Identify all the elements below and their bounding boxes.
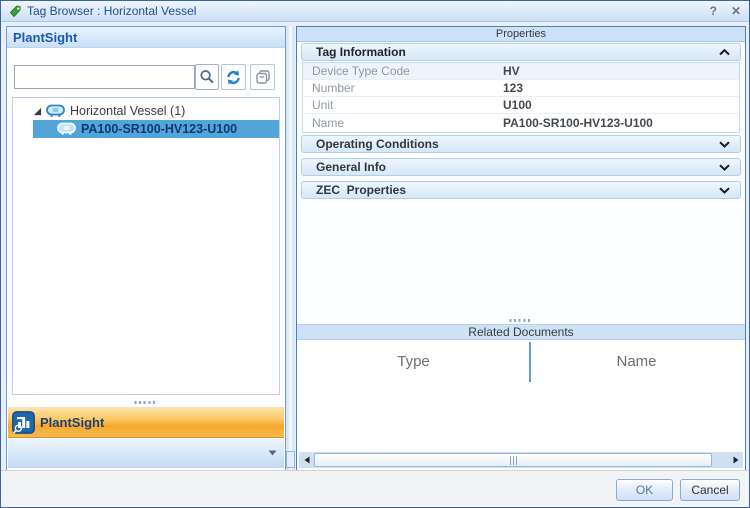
column-header-name[interactable]: Name <box>529 340 744 451</box>
batch-windows-button[interactable] <box>250 64 275 90</box>
section-header-general-info[interactable]: General Info <box>301 158 741 176</box>
properties-panel: Properties Tag Information Device Type C… <box>296 26 746 472</box>
help-button[interactable]: ? <box>710 4 717 18</box>
scrollbar-grip <box>509 455 517 465</box>
scrollbar-thumb[interactable] <box>314 453 712 467</box>
plantsight-nav-label: PlantSight <box>40 415 105 430</box>
related-documents-table[interactable]: Type Name <box>298 340 744 451</box>
column-divider <box>529 342 531 382</box>
tag-icon <box>9 5 22 18</box>
splitter-end-button[interactable] <box>286 451 295 468</box>
tree-node-horizontal-vessel[interactable]: Horizontal Vessel (1) <box>13 102 279 120</box>
section-header-zec-properties[interactable]: ZEC Properties <box>301 181 741 199</box>
chevron-up-icon[interactable] <box>719 48 730 56</box>
dialog-footer: OK Cancel <box>1 470 749 507</box>
property-label: Name <box>312 115 345 130</box>
property-value: PA100-SR100-HV123-U100 <box>503 115 653 130</box>
property-value: 123 <box>503 81 524 95</box>
vessel-icon <box>46 104 65 118</box>
scroll-left-arrow-icon[interactable] <box>299 452 314 468</box>
scroll-right-arrow-icon[interactable] <box>728 452 743 468</box>
related-documents-title: Related Documents <box>297 324 745 340</box>
horizontal-splitter-handle[interactable] <box>509 319 533 322</box>
section-header-operating-conditions[interactable]: Operating Conditions <box>301 135 741 153</box>
property-label: Unit <box>312 98 334 112</box>
plantsight-nav-bar[interactable]: PlantSight <box>8 407 284 438</box>
section-header-tag-information[interactable]: Tag Information <box>301 43 741 61</box>
plantsight-logo-icon <box>12 411 35 434</box>
section-label: Operating Conditions <box>316 137 439 151</box>
chevron-down-small-icon[interactable] <box>268 450 277 456</box>
tag-tree: Horizontal Vessel (1) PA100-SR100-HV123-… <box>12 97 280 395</box>
tree-node-label: Horizontal Vessel (1) <box>70 104 186 118</box>
section-label: Tag Information <box>316 45 406 59</box>
horizontal-scrollbar[interactable] <box>299 452 743 468</box>
vertical-splitter-line <box>289 26 292 471</box>
vertical-splitter[interactable] <box>286 26 295 471</box>
chevron-down-icon[interactable] <box>719 186 730 194</box>
refresh-button[interactable] <box>221 64 246 90</box>
property-row[interactable]: Device Type Code HV <box>303 63 739 80</box>
property-label: Device Type Code <box>312 64 410 78</box>
tree-node-label: PA100-SR100-HV123-U100 <box>81 122 238 136</box>
ok-button[interactable]: OK <box>616 479 673 501</box>
column-header-type[interactable]: Type <box>298 340 529 451</box>
tree-node-selected-tag[interactable]: PA100-SR100-HV123-U100 <box>33 120 279 138</box>
refresh-icon <box>225 69 242 86</box>
section-label: General Info <box>316 160 387 174</box>
search-icon <box>199 69 215 85</box>
copy-windows-icon <box>255 69 271 85</box>
property-label: Number <box>312 81 355 95</box>
browser-panel: PlantSight Horizontal Vessel (1) PA100-S… <box>6 26 286 471</box>
left-panel-title: PlantSight <box>13 29 78 45</box>
title-bar: Tag Browser : Horizontal Vessel ? ✕ <box>1 1 749 22</box>
window-title: Tag Browser : Horizontal Vessel <box>27 4 197 18</box>
chevron-down-icon[interactable] <box>719 163 730 171</box>
horizontal-splitter-handle[interactable] <box>134 401 158 404</box>
property-value: U100 <box>503 98 532 112</box>
search-input[interactable] <box>14 65 195 89</box>
left-panel-header: PlantSight <box>7 27 285 48</box>
property-row[interactable]: Unit U100 <box>303 97 739 114</box>
search-button[interactable] <box>195 64 219 90</box>
property-row[interactable]: Name PA100-SR100-HV123-U100 <box>303 114 739 131</box>
tag-browser-dialog: Tag Browser : Horizontal Vessel ? ✕ Plan… <box>0 0 750 508</box>
chevron-down-icon[interactable] <box>719 140 730 148</box>
expander-triangle-icon[interactable] <box>33 107 42 116</box>
section-label: ZEC Properties <box>316 183 407 197</box>
properties-panel-title: Properties <box>297 27 745 42</box>
vessel-icon <box>57 122 76 136</box>
close-button[interactable]: ✕ <box>731 4 741 18</box>
property-row[interactable]: Number 123 <box>303 80 739 97</box>
nav-options-strip[interactable] <box>8 439 284 468</box>
property-value: HV <box>503 64 520 78</box>
tag-information-grid: Device Type Code HV Number 123 Unit U100… <box>302 62 740 133</box>
cancel-button[interactable]: Cancel <box>680 479 740 501</box>
